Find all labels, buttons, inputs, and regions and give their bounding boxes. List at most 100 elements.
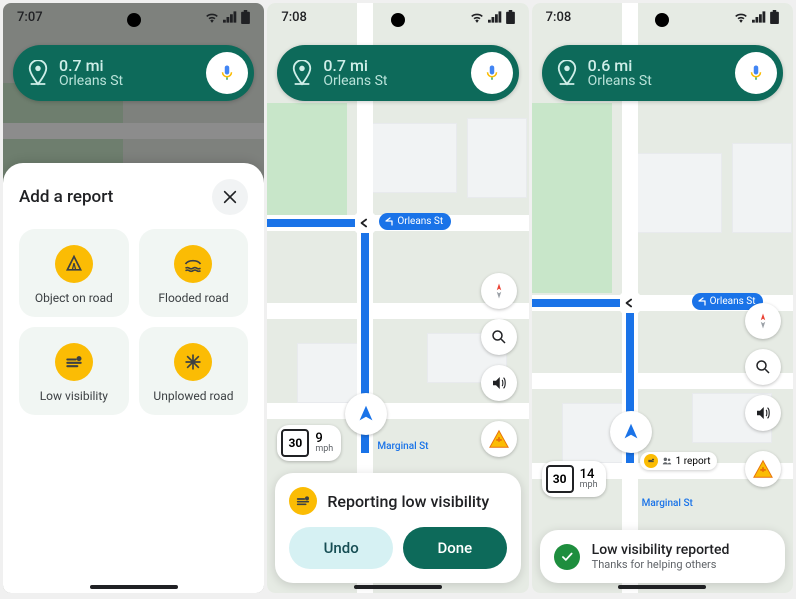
speed-unit: mph — [580, 481, 598, 490]
turn-label: Orleans St — [710, 296, 756, 307]
wifi-icon — [470, 11, 484, 23]
signal-icon — [752, 11, 766, 23]
location-icon — [556, 60, 578, 86]
close-icon — [222, 189, 238, 205]
turn-label: Orleans St — [397, 216, 443, 227]
home-indicator[interactable] — [618, 585, 706, 589]
turn-street-badge: Orleans St — [379, 213, 451, 230]
sound-button[interactable] — [481, 365, 517, 401]
toast-title: Low visibility reported — [592, 542, 730, 558]
wifi-icon — [205, 11, 219, 23]
nav-text: 0.7 mi Orleans St — [323, 57, 470, 90]
nav-distance: 0.7 mi — [59, 57, 206, 75]
battery-icon — [241, 10, 250, 24]
speed-widget[interactable]: 30 9 mph — [277, 425, 341, 461]
sheet-title: Add a report — [19, 187, 113, 207]
speed-limit: 30 — [546, 465, 574, 493]
report-count-pill[interactable]: 1 report — [640, 452, 717, 470]
camera-hole — [655, 13, 669, 27]
nav-text: 0.6 mi Orleans St — [588, 57, 735, 90]
low-visibility-icon — [289, 487, 317, 515]
signal-icon — [488, 11, 502, 23]
mic-icon — [483, 64, 501, 82]
confirm-title: Reporting low visibility — [327, 492, 489, 511]
home-indicator[interactable] — [354, 585, 442, 589]
report-bottom-sheet: Add a report Object on road Flooded road — [3, 163, 264, 593]
report-option-unplowed-road[interactable]: Unplowed road — [139, 327, 249, 415]
report-option-object-on-road[interactable]: Object on road — [19, 229, 129, 317]
navigation-card[interactable]: 0.6 mi Orleans St — [542, 45, 783, 101]
wifi-icon — [734, 11, 748, 23]
turn-arrow-icon — [620, 293, 640, 313]
low-visibility-icon — [644, 454, 658, 468]
compass-icon — [490, 282, 508, 300]
close-button[interactable] — [212, 179, 248, 215]
home-indicator[interactable] — [90, 585, 178, 589]
location-icon — [291, 60, 313, 86]
done-button[interactable]: Done — [403, 527, 507, 569]
people-icon — [662, 456, 672, 466]
alert-triangle-icon — [752, 458, 774, 480]
turn-left-icon — [383, 216, 395, 228]
speaker-icon — [754, 404, 772, 422]
compass-button[interactable] — [481, 273, 517, 309]
voice-button[interactable] — [735, 52, 777, 94]
speed-widget[interactable]: 30 14 mph — [542, 461, 606, 497]
navigation-card[interactable]: 0.7 mi Orleans St — [13, 45, 254, 101]
zoom-button[interactable] — [745, 349, 781, 385]
screenshot-1: 7:07 0.7 mi Orleans St Add a report — [3, 3, 264, 593]
battery-icon — [506, 10, 515, 24]
status-icons — [470, 10, 515, 24]
signal-icon — [223, 11, 237, 23]
nav-street: Orleans St — [588, 74, 735, 89]
search-icon — [490, 328, 508, 346]
report-label: Flooded road — [158, 291, 228, 305]
check-icon — [554, 544, 580, 570]
speed-limit: 30 — [281, 429, 309, 457]
nav-distance: 0.6 mi — [588, 57, 735, 75]
navigation-arrow-icon — [620, 421, 642, 443]
speed-unit: mph — [315, 445, 333, 454]
mic-icon — [747, 64, 765, 82]
unplowed-road-icon — [174, 343, 212, 381]
status-icons — [734, 10, 779, 24]
nav-text: 0.7 mi Orleans St — [59, 57, 206, 90]
object-on-road-icon — [55, 245, 93, 283]
screenshot-2: 7:08 Orleans St — [267, 3, 528, 593]
clock: 7:08 — [546, 10, 572, 25]
report-button[interactable] — [481, 421, 517, 457]
speaker-icon — [490, 374, 508, 392]
clock: 7:07 — [17, 10, 43, 25]
toast-subtitle: Thanks for helping others — [592, 558, 730, 571]
report-option-low-visibility[interactable]: Low visibility — [19, 327, 129, 415]
report-button[interactable] — [745, 451, 781, 487]
zoom-button[interactable] — [481, 319, 517, 355]
status-icons — [205, 10, 250, 24]
report-success-toast: Low visibility reported Thanks for helpi… — [540, 530, 785, 583]
turn-left-icon — [696, 296, 708, 308]
nav-street: Orleans St — [59, 74, 206, 89]
turn-arrow-icon — [355, 213, 375, 233]
sound-button[interactable] — [745, 395, 781, 431]
low-visibility-icon — [55, 343, 93, 381]
camera-hole — [127, 13, 141, 27]
compass-icon — [754, 312, 772, 330]
report-label: Object on road — [35, 291, 113, 305]
voice-button[interactable] — [471, 52, 513, 94]
report-label: Unplowed road — [153, 389, 233, 403]
camera-hole — [391, 13, 405, 27]
recenter-button[interactable] — [610, 411, 652, 453]
location-icon — [27, 60, 49, 86]
clock: 7:08 — [281, 10, 307, 25]
nav-distance: 0.7 mi — [323, 57, 470, 75]
flooded-road-icon — [174, 245, 212, 283]
mic-icon — [218, 64, 236, 82]
undo-button[interactable]: Undo — [289, 527, 393, 569]
compass-button[interactable] — [745, 303, 781, 339]
report-label: Low visibility — [40, 389, 108, 403]
report-option-flooded-road[interactable]: Flooded road — [139, 229, 249, 317]
battery-icon — [770, 10, 779, 24]
navigation-card[interactable]: 0.7 mi Orleans St — [277, 45, 518, 101]
search-icon — [754, 358, 772, 376]
voice-button[interactable] — [206, 52, 248, 94]
